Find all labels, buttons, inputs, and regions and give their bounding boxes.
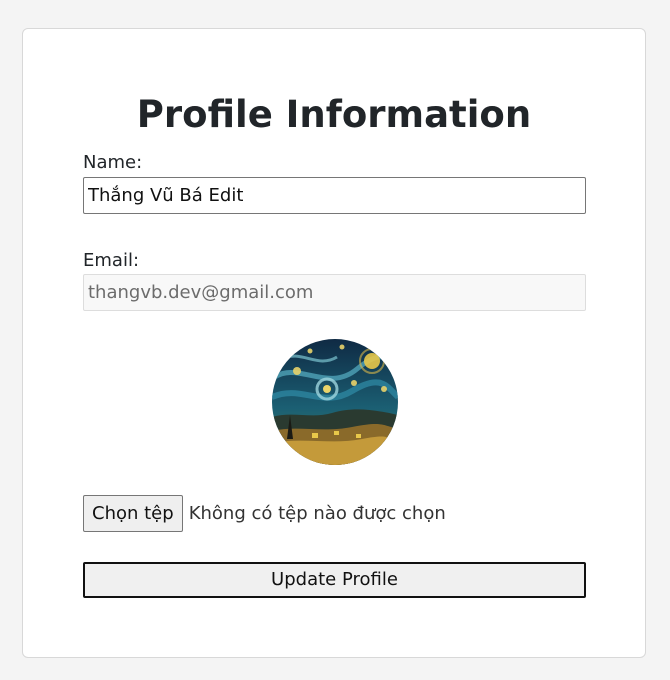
email-label: Email: (83, 250, 140, 271)
avatar-image (272, 339, 398, 465)
page-title: Profile Information (136, 93, 532, 136)
avatar (272, 339, 398, 465)
update-profile-button[interactable]: Update Profile (83, 562, 586, 598)
email-field (83, 274, 586, 311)
name-field[interactable] (83, 177, 586, 214)
file-upload: Chọn tệp Không có tệp nào được chọn (83, 495, 446, 532)
file-status-text: Không có tệp nào được chọn (188, 503, 446, 524)
profile-card: Profile Information Name: Email: (22, 28, 646, 658)
name-label: Name: (83, 152, 143, 173)
choose-file-button[interactable]: Chọn tệp (83, 495, 183, 532)
